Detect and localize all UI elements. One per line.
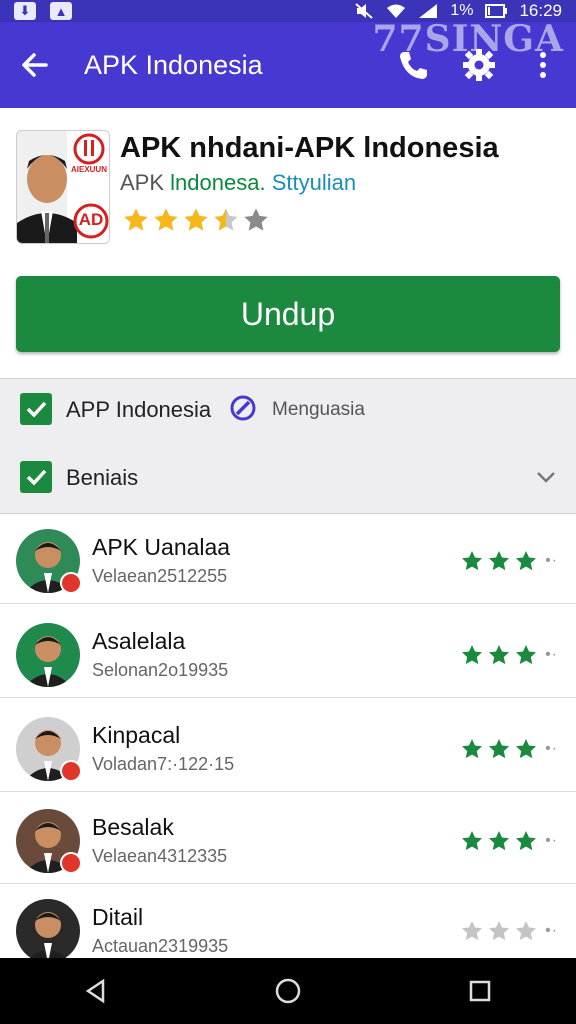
language-icon[interactable] xyxy=(228,393,258,423)
star-icon xyxy=(516,551,537,571)
back-arrow-icon[interactable] xyxy=(18,48,52,82)
rating-dots-icon: •· xyxy=(545,922,558,939)
app-icon-caption: AIEXUUN xyxy=(70,165,107,174)
download-icon: ⬇ xyxy=(14,2,36,20)
app-developer-name: lndonesa. xyxy=(170,170,266,195)
list-item[interactable]: Asalelala Selonan2o19935 •· xyxy=(0,608,576,698)
star-icon xyxy=(462,551,483,571)
list-item-name: Asalelala xyxy=(92,628,186,654)
list-item-subtitle: Velaean4312335 xyxy=(92,846,228,866)
list-item-subtitle: Velaean2512255 xyxy=(92,566,228,586)
list-item-name: APK Uanalaa xyxy=(92,534,231,560)
rating-dots-icon: •· xyxy=(545,832,558,849)
list-item-subtitle: Selonan2o19935 xyxy=(92,660,229,680)
verified-badge-icon xyxy=(60,852,82,874)
list-item-name: Kinpacal xyxy=(92,722,181,748)
list-item-subtitle: Actauan2319935 xyxy=(92,936,229,956)
list-item[interactable]: APK Uanalaa Velaean2512255 •· xyxy=(0,514,576,604)
star-icon xyxy=(462,831,483,851)
navigation-bar xyxy=(0,958,576,1024)
star-icon xyxy=(516,831,537,851)
app-filter-label: APP Indonesia xyxy=(66,397,212,422)
nav-recents-icon[interactable] xyxy=(460,971,500,1011)
avatar xyxy=(16,899,80,963)
app-filter-checkbox[interactable] xyxy=(20,393,52,425)
list-item-rating: •· xyxy=(460,549,558,573)
list-item-subtitle: Voladan7:·122·15 xyxy=(92,754,235,774)
list-item[interactable]: Besalak Velaean4312335 •· xyxy=(0,794,576,884)
rating-dots-icon: •· xyxy=(545,740,558,757)
star-icon xyxy=(489,551,510,571)
rating-dots-icon: •· xyxy=(545,552,558,569)
app-category: Sttyulian xyxy=(271,170,357,195)
list-item-rating: •· xyxy=(460,643,558,667)
star-icon xyxy=(516,739,537,759)
avatar xyxy=(16,623,80,687)
chevron-down-icon[interactable] xyxy=(534,465,558,489)
rating-dots-icon: •· xyxy=(545,646,558,663)
list-item-rating: •· xyxy=(460,737,558,761)
app-title: APK nhdani-APK lndonesia xyxy=(120,132,499,164)
app-header: AIEXUUN AD APK nhdani-APK lndonesia APK … xyxy=(0,108,576,378)
list-item-name: Besalak xyxy=(92,814,174,840)
star-icon xyxy=(124,208,148,231)
star-icon xyxy=(184,208,208,231)
signal-icon xyxy=(419,4,438,18)
list-item[interactable]: Ditail Actauan2319935 •· xyxy=(0,884,576,963)
watermark: 77SINGA xyxy=(372,18,564,60)
star-icon xyxy=(489,831,510,851)
language-filter-label[interactable]: Menguasia xyxy=(272,399,365,421)
verified-badge-icon xyxy=(60,572,82,594)
empty-star-icon xyxy=(489,921,510,941)
list-item-rating: •· xyxy=(460,829,558,853)
download-button[interactable]: Undup xyxy=(16,276,560,352)
star-icon xyxy=(489,739,510,759)
app-bar-title: APK Indonesia xyxy=(84,50,263,80)
empty-star-icon xyxy=(462,921,483,941)
star-icon xyxy=(489,645,510,665)
nav-back-icon[interactable] xyxy=(76,971,116,1011)
check-icon xyxy=(26,401,47,418)
filter-panel: APP Indonesia Menguasia Beniais xyxy=(0,378,576,514)
app-icon-badge-text: AD xyxy=(78,210,104,229)
nav-home-icon[interactable] xyxy=(268,971,308,1011)
wifi-icon xyxy=(387,4,406,18)
verified-badge-icon xyxy=(60,760,82,782)
star-icon xyxy=(154,208,178,231)
list-item-rating: •· xyxy=(460,919,558,943)
app-developer-prefix: APK xyxy=(120,170,165,195)
star-icon xyxy=(462,645,483,665)
sort-filter-checkbox[interactable] xyxy=(20,461,52,493)
sort-filter-label: Beniais xyxy=(66,465,139,490)
half-star-icon xyxy=(214,208,238,231)
app-developer[interactable]: APK lndonesa. Sttyulian xyxy=(120,170,356,196)
check-icon xyxy=(26,469,47,486)
empty-star-icon xyxy=(244,208,268,231)
battery-icon xyxy=(485,4,508,18)
mute-icon xyxy=(355,3,373,19)
app-rating-stars xyxy=(122,206,270,234)
empty-star-icon xyxy=(516,921,537,941)
star-icon xyxy=(516,645,537,665)
warning-icon: ▲ xyxy=(50,2,72,20)
list-item[interactable]: Kinpacal Voladan7:·122·15 •· xyxy=(0,702,576,792)
star-icon xyxy=(462,739,483,759)
list-item-name: Ditail xyxy=(92,904,144,930)
app-icon[interactable]: AIEXUUN AD xyxy=(16,130,110,244)
